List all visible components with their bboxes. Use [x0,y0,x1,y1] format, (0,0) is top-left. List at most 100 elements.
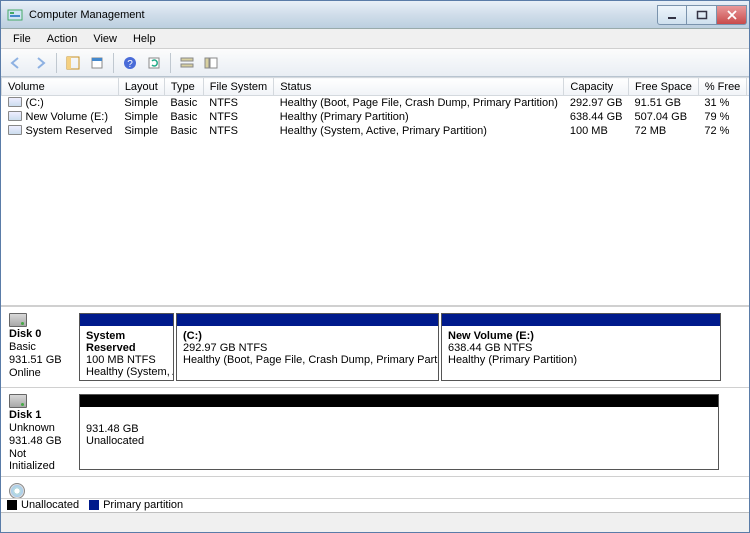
refresh-button[interactable] [143,52,165,74]
col-fault-tolerance[interactable]: Fault Tolerance [747,78,749,96]
statusbar [1,512,749,532]
menu-view[interactable]: View [85,31,125,47]
forward-button[interactable] [29,52,51,74]
disk-row: Disk 0Basic931.51 GBOnlineSystem Reserve… [1,307,749,388]
cell-capacity: 100 MB [564,124,629,138]
cell-capacity: 292.97 GB [564,96,629,111]
cell-free: 91.51 GB [628,96,698,111]
partition-stripe [177,314,438,326]
cell-free: 72 MB [628,124,698,138]
close-button[interactable] [717,5,747,25]
disk-size: 931.48 GB [9,435,75,447]
legend-label-primary: Primary partition [103,499,183,511]
partition-health: Healthy (Primary Partition) [448,354,714,366]
volume-table: Volume Layout Type File System Status Ca… [1,77,749,138]
cell-layout: Simple [118,124,164,138]
partition-label: (C:) [183,330,432,342]
toolbar-sep [56,53,57,73]
partition-health: Unallocated [86,435,712,447]
disk-info[interactable]: Disk 1Unknown931.48 GBNot Initialized [1,388,79,476]
volume-header-row: Volume Layout Type File System Status Ca… [2,78,750,96]
disk-size: 931.51 GB [9,354,75,366]
table-row[interactable]: New Volume (E:)SimpleBasicNTFSHealthy (P… [2,110,750,124]
back-button[interactable] [5,52,27,74]
partition-size: 100 MB NTFS [86,354,167,366]
toolbar-sep-2 [113,53,114,73]
disk-state: Not Initialized [9,448,75,472]
properties-button[interactable] [86,52,108,74]
cell-status: Healthy (Primary Partition) [274,110,564,124]
cell-status: Healthy (System, Active, Primary Partiti… [274,124,564,138]
partition-label: System Reserved [86,330,167,354]
cell-status: Healthy (Boot, Page File, Crash Dump, Pr… [274,96,564,111]
cell-type: Basic [164,110,203,124]
partition-container: System Reserved100 MB NTFSHealthy (Syste… [79,307,749,387]
cell-volume: (C:) [2,96,119,111]
col-type[interactable]: Type [164,78,203,96]
maximize-button[interactable] [687,5,717,25]
col-volume[interactable]: Volume [2,78,119,96]
col-free-space[interactable]: Free Space [628,78,698,96]
col-pct-free[interactable]: % Free [698,78,746,96]
view-graphical-button[interactable] [200,52,222,74]
cell-layout: Simple [118,110,164,124]
partition-stripe [80,314,173,326]
menu-action[interactable]: Action [39,31,86,47]
cd-icon [9,483,25,498]
disk-title: Disk 1 [9,409,75,421]
legend-swatch-unallocated [7,500,17,510]
view-list-button[interactable] [176,52,198,74]
disk-map-pane: Disk 0Basic931.51 GBOnlineSystem Reserve… [1,307,749,498]
partition[interactable]: New Volume (E:)638.44 GB NTFSHealthy (Pr… [441,313,721,381]
disk-info[interactable]: CD-ROM 0DVD (D:)No Media [1,477,79,498]
disk-type: Basic [9,341,75,353]
cell-pct: 31 % [698,96,746,111]
partition[interactable]: (C:)292.97 GB NTFSHealthy (Boot, Page Fi… [176,313,439,381]
drive-icon [9,313,27,327]
help-button[interactable]: ? [119,52,141,74]
minimize-button[interactable] [657,5,687,25]
disk-info[interactable]: Disk 0Basic931.51 GBOnline [1,307,79,387]
disk-row: CD-ROM 0DVD (D:)No Media [1,477,749,498]
cell-capacity: 638.44 GB [564,110,629,124]
window-controls [657,5,747,25]
cell-pct: 79 % [698,110,746,124]
partition-container [79,477,749,498]
legend: Unallocated Primary partition [1,498,749,512]
col-capacity[interactable]: Capacity [564,78,629,96]
cell-free: 507.04 GB [628,110,698,124]
show-hide-tree-button[interactable] [62,52,84,74]
volume-icon [8,125,22,135]
menu-help[interactable]: Help [125,31,164,47]
cell-volume: New Volume (E:) [2,110,119,124]
svg-text:?: ? [127,59,133,70]
col-status[interactable]: Status [274,78,564,96]
menu-file[interactable]: File [5,31,39,47]
disk-state: Online [9,367,75,379]
volume-icon [8,97,22,107]
table-row[interactable]: System ReservedSimpleBasicNTFSHealthy (S… [2,124,750,138]
cell-layout: Simple [118,96,164,111]
partition-stripe [80,395,718,407]
toolbar: ? [1,49,749,77]
cell-fault: No [747,124,749,138]
cell-fault: No [747,96,749,111]
menubar: File Action View Help [1,29,749,49]
col-layout[interactable]: Layout [118,78,164,96]
partition-stripe [442,314,720,326]
table-row[interactable]: (C:)SimpleBasicNTFSHealthy (Boot, Page F… [2,96,750,111]
window-title: Computer Management [29,9,145,21]
content: Volume Layout Type File System Status Ca… [1,77,749,512]
partition-size: 292.97 GB NTFS [183,342,432,354]
partition-health: Healthy (System, Acti [86,366,167,378]
cell-fs: NTFS [203,110,273,124]
partition[interactable]: 931.48 GBUnallocated [79,394,719,470]
app-icon [7,7,23,23]
col-filesystem[interactable]: File System [203,78,273,96]
partition[interactable]: System Reserved100 MB NTFSHealthy (Syste… [79,313,174,381]
legend-label-unallocated: Unallocated [21,499,79,511]
cell-fs: NTFS [203,124,273,138]
cell-type: Basic [164,124,203,138]
partition-size: 638.44 GB NTFS [448,342,714,354]
cell-fs: NTFS [203,96,273,111]
